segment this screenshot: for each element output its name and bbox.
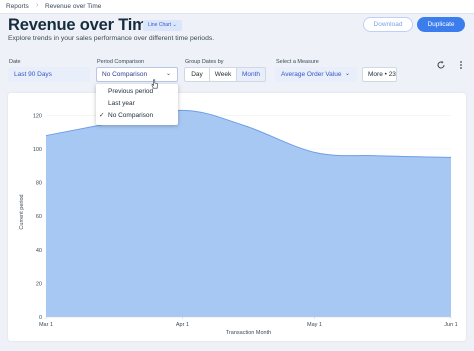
y-tick-label: 0 — [39, 315, 42, 321]
refresh-icon[interactable] — [436, 60, 446, 70]
breadcrumb-separator: › — [36, 2, 39, 9]
chart-card: 0 20 40 60 80 100 120 Mar 1 Apr 1 May 1 Jun 1 Trans… — [8, 93, 466, 341]
date-filter-label: Date — [9, 59, 21, 65]
option-label: Previous period — [108, 88, 154, 95]
group-by-week-button[interactable]: Week — [209, 67, 237, 82]
measure-value: Average Order Value — [281, 71, 342, 78]
revenue-area-chart: 0 20 40 60 80 100 120 Mar 1 Apr 1 May 1 Jun 1 Trans… — [19, 109, 458, 336]
page-title: Revenue over Time — [8, 16, 156, 34]
kebab-menu-icon[interactable] — [458, 60, 464, 70]
y-tick-label: 20 — [36, 281, 42, 287]
option-label: Last year — [108, 100, 135, 107]
breadcrumb-current: Revenue over Time — [45, 3, 102, 10]
series-area — [46, 110, 451, 318]
x-tick-label: May 1 — [307, 322, 322, 328]
y-tick-label: 60 — [36, 214, 42, 220]
chevron-down-icon: ⌄ — [344, 71, 350, 77]
breadcrumb-reports[interactable]: Reports — [6, 3, 29, 10]
y-tick-label: 40 — [36, 248, 42, 254]
x-tick-label: Apr 1 — [176, 322, 189, 328]
y-tick-label: 100 — [33, 147, 42, 153]
x-tick-label: Jun 1 — [444, 322, 457, 328]
group-by-day-button[interactable]: Day — [184, 67, 210, 82]
group-dates-label: Group Dates by — [185, 59, 224, 65]
dropdown-option-no-comparison[interactable]: ✓ No Comparison — [96, 110, 178, 121]
group-by-month-button[interactable]: Month — [236, 67, 266, 82]
measure-label: Select a Measure — [276, 59, 319, 65]
x-axis-title: Transaction Month — [226, 330, 271, 336]
chart-type-dropdown[interactable]: Line Chart ⌄ — [143, 20, 182, 31]
dropdown-option-last-year[interactable]: Last year — [96, 98, 178, 109]
period-comparison-value: No Comparison — [102, 71, 148, 78]
dropdown-option-previous-period[interactable]: Previous period — [96, 86, 178, 97]
hand-cursor-icon — [151, 76, 159, 89]
period-comparison-dropdown-menu: Previous period Last year ✓ No Compariso… — [96, 84, 178, 125]
period-comparison-select[interactable]: No Comparison ⌄ — [96, 67, 178, 82]
measure-select[interactable]: Average Order Value ⌄ — [275, 67, 357, 82]
option-label: No Comparison — [108, 112, 154, 119]
period-comparison-label: Period Comparison — [97, 59, 145, 65]
check-icon: ✓ — [99, 112, 105, 119]
download-button[interactable]: Download — [363, 17, 413, 32]
y-axis-title: Current period — [19, 194, 25, 229]
y-tick-label: 80 — [36, 181, 42, 187]
date-filter-select[interactable]: Last 90 Days — [8, 67, 90, 82]
chevron-down-icon: ⌄ — [165, 71, 171, 77]
more-filters-button[interactable]: More • 23 — [362, 67, 397, 82]
x-tick-label: Mar 1 — [39, 322, 53, 328]
duplicate-button[interactable]: Duplicate — [417, 17, 465, 32]
y-tick-label: 120 — [33, 113, 42, 119]
page-subtitle: Explore trends in your sales performance… — [8, 35, 215, 42]
date-filter-value: Last 90 Days — [14, 71, 52, 78]
top-bar: Reports › Revenue over Time — [0, 0, 474, 14]
